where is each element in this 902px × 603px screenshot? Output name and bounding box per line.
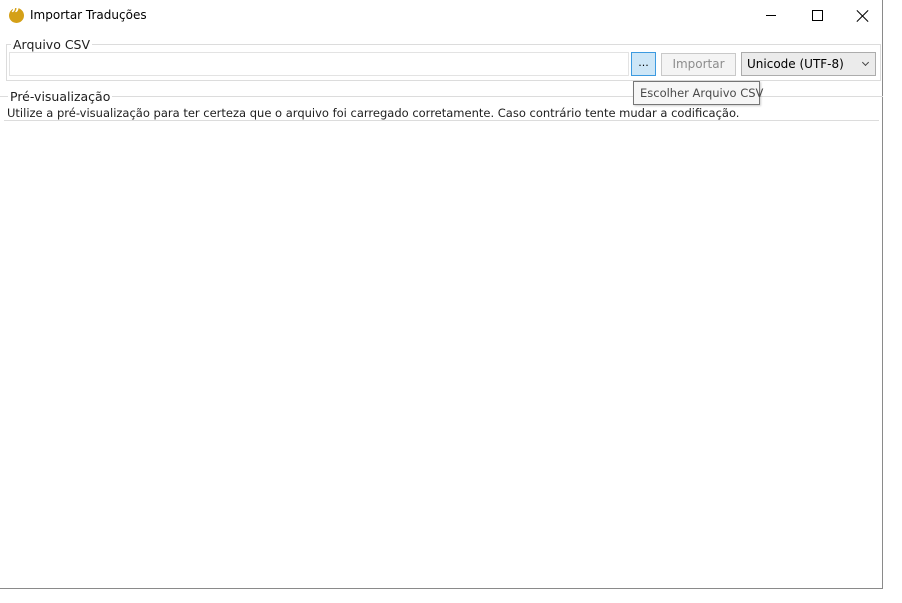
encoding-select[interactable]: Unicode (UTF-8) xyxy=(741,52,876,76)
title-bar[interactable]: Importar Traduções xyxy=(0,0,883,31)
import-button[interactable]: Importar xyxy=(661,53,736,76)
minimize-button[interactable] xyxy=(748,0,794,31)
minimize-icon xyxy=(766,15,776,16)
preview-description: Utilize a pré-visualização para ter cert… xyxy=(7,106,740,120)
import-translations-window: Importar Traduções Arquivo CSV ... Impor… xyxy=(0,0,883,589)
window-title: Importar Traduções xyxy=(30,8,147,22)
close-icon xyxy=(856,9,870,23)
close-button[interactable] xyxy=(840,0,886,31)
browse-csv-button[interactable]: ... xyxy=(631,52,656,76)
encoding-selected-value: Unicode (UTF-8) xyxy=(747,57,844,71)
csv-file-path-input[interactable] xyxy=(9,52,629,76)
preview-grid[interactable] xyxy=(4,120,879,586)
chevron-down-icon xyxy=(861,58,870,67)
preview-group-label: Pré-visualização xyxy=(8,89,113,104)
speech-bubble-quote-icon xyxy=(9,5,24,23)
maximize-icon xyxy=(812,10,823,21)
csv-group-label: Arquivo CSV xyxy=(11,37,93,52)
browse-tooltip: Escolher Arquivo CSV xyxy=(633,81,763,105)
maximize-button[interactable] xyxy=(794,0,840,31)
